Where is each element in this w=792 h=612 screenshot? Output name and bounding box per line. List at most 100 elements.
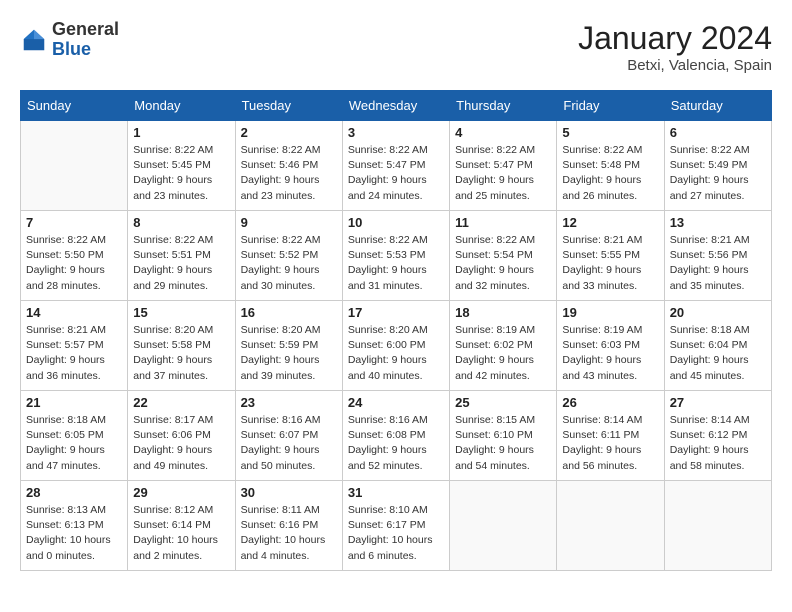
day-detail: Sunrise: 8:21 AMSunset: 5:56 PMDaylight:… <box>670 233 766 294</box>
table-row: 22 Sunrise: 8:17 AMSunset: 6:06 PMDayligh… <box>128 391 235 481</box>
day-detail: Sunrise: 8:18 AMSunset: 6:05 PMDaylight:… <box>26 413 122 474</box>
logo-blue-text: Blue <box>52 39 91 59</box>
table-row: 10 Sunrise: 8:22 AMSunset: 5:53 PMDayligh… <box>342 211 449 301</box>
day-detail: Sunrise: 8:13 AMSunset: 6:13 PMDaylight:… <box>26 503 122 564</box>
logo: General Blue <box>20 20 119 60</box>
table-row: 5 Sunrise: 8:22 AMSunset: 5:48 PMDaylight… <box>557 121 664 211</box>
table-row: 12 Sunrise: 8:21 AMSunset: 5:55 PMDayligh… <box>557 211 664 301</box>
table-row: 15Sunrise: 8:20 AMSunset: 5:58 PMDayligh… <box>128 301 235 391</box>
col-thursday: Thursday <box>450 91 557 121</box>
calendar-week-row: 14Sunrise: 8:21 AMSunset: 5:57 PMDayligh… <box>21 301 772 391</box>
table-row: 8Sunrise: 8:22 AMSunset: 5:51 PMDaylight… <box>128 211 235 301</box>
table-row: 7Sunrise: 8:22 AMSunset: 5:50 PMDaylight… <box>21 211 128 301</box>
day-number: 28 <box>26 485 122 500</box>
calendar-header-row: Sunday Monday Tuesday Wednesday Thursday… <box>21 91 772 121</box>
day-number: 12 <box>562 215 658 230</box>
table-row <box>21 121 128 211</box>
day-number: 27 <box>670 395 766 410</box>
day-detail: Sunrise: 8:22 AMSunset: 5:48 PMDaylight:… <box>562 143 658 204</box>
table-row: 25 Sunrise: 8:15 AMSunset: 6:10 PMDayligh… <box>450 391 557 481</box>
day-number: 18 <box>455 305 551 320</box>
location-subtitle: Betxi, Valencia, Spain <box>578 57 772 74</box>
day-detail: Sunrise: 8:20 AMSunset: 5:59 PMDaylight:… <box>241 323 337 384</box>
day-detail: Sunrise: 8:14 AMSunset: 6:11 PMDaylight:… <box>562 413 658 474</box>
day-detail: Sunrise: 8:22 AMSunset: 5:54 PMDaylight:… <box>455 233 551 294</box>
day-detail: Sunrise: 8:21 AMSunset: 5:55 PMDaylight:… <box>562 233 658 294</box>
table-row: 2 Sunrise: 8:22 AMSunset: 5:46 PMDaylight… <box>235 121 342 211</box>
day-detail: Sunrise: 8:22 AMSunset: 5:45 PMDaylight:… <box>133 143 229 204</box>
day-detail: Sunrise: 8:22 AMSunset: 5:49 PMDaylight:… <box>670 143 766 204</box>
logo-general-text: General <box>52 19 119 39</box>
table-row <box>450 481 557 571</box>
day-detail: Sunrise: 8:12 AMSunset: 6:14 PMDaylight:… <box>133 503 229 564</box>
day-detail: Sunrise: 8:19 AMSunset: 6:02 PMDaylight:… <box>455 323 551 384</box>
table-row: 11Sunrise: 8:22 AMSunset: 5:54 PMDayligh… <box>450 211 557 301</box>
day-detail: Sunrise: 8:22 AMSunset: 5:53 PMDaylight:… <box>348 233 444 294</box>
month-year-title: January 2024 <box>578 20 772 57</box>
day-number: 21 <box>26 395 122 410</box>
table-row: 18 Sunrise: 8:19 AMSunset: 6:02 PMDayligh… <box>450 301 557 391</box>
table-row: 16 Sunrise: 8:20 AMSunset: 5:59 PMDayligh… <box>235 301 342 391</box>
day-number: 17 <box>348 305 444 320</box>
day-number: 2 <box>241 125 337 140</box>
day-detail: Sunrise: 8:22 AMSunset: 5:47 PMDaylight:… <box>348 143 444 204</box>
col-monday: Monday <box>128 91 235 121</box>
calendar-table: Sunday Monday Tuesday Wednesday Thursday… <box>20 90 772 571</box>
day-number: 22 <box>133 395 229 410</box>
table-row: 31Sunrise: 8:10 AMSunset: 6:17 PMDayligh… <box>342 481 449 571</box>
day-number: 13 <box>670 215 766 230</box>
day-number: 31 <box>348 485 444 500</box>
day-number: 4 <box>455 125 551 140</box>
day-detail: Sunrise: 8:20 AMSunset: 6:00 PMDaylight:… <box>348 323 444 384</box>
table-row: 14Sunrise: 8:21 AMSunset: 5:57 PMDayligh… <box>21 301 128 391</box>
table-row: 6 Sunrise: 8:22 AMSunset: 5:49 PMDaylight… <box>664 121 771 211</box>
day-detail: Sunrise: 8:22 AMSunset: 5:46 PMDaylight:… <box>241 143 337 204</box>
calendar-week-row: 21 Sunrise: 8:18 AMSunset: 6:05 PMDayligh… <box>21 391 772 481</box>
calendar-week-row: 7Sunrise: 8:22 AMSunset: 5:50 PMDaylight… <box>21 211 772 301</box>
day-detail: Sunrise: 8:22 AMSunset: 5:50 PMDaylight:… <box>26 233 122 294</box>
table-row: 4 Sunrise: 8:22 AMSunset: 5:47 PMDaylight… <box>450 121 557 211</box>
title-block: January 2024 Betxi, Valencia, Spain <box>578 20 772 74</box>
table-row: 23 Sunrise: 8:16 AMSunset: 6:07 PMDayligh… <box>235 391 342 481</box>
day-detail: Sunrise: 8:11 AMSunset: 6:16 PMDaylight:… <box>241 503 337 564</box>
day-number: 25 <box>455 395 551 410</box>
day-detail: Sunrise: 8:16 AMSunset: 6:08 PMDaylight:… <box>348 413 444 474</box>
day-number: 24 <box>348 395 444 410</box>
table-row <box>557 481 664 571</box>
table-row: 27 Sunrise: 8:14 AMSunset: 6:12 PMDayligh… <box>664 391 771 481</box>
day-detail: Sunrise: 8:21 AMSunset: 5:57 PMDaylight:… <box>26 323 122 384</box>
day-number: 20 <box>670 305 766 320</box>
table-row: 1 Sunrise: 8:22 AMSunset: 5:45 PMDaylight… <box>128 121 235 211</box>
day-number: 6 <box>670 125 766 140</box>
table-row: 21 Sunrise: 8:18 AMSunset: 6:05 PMDayligh… <box>21 391 128 481</box>
day-number: 26 <box>562 395 658 410</box>
page-header: General Blue January 2024 Betxi, Valenci… <box>20 20 772 74</box>
day-detail: Sunrise: 8:17 AMSunset: 6:06 PMDaylight:… <box>133 413 229 474</box>
table-row: 28 Sunrise: 8:13 AMSunset: 6:13 PMDayligh… <box>21 481 128 571</box>
table-row <box>664 481 771 571</box>
day-number: 16 <box>241 305 337 320</box>
day-number: 10 <box>348 215 444 230</box>
day-detail: Sunrise: 8:16 AMSunset: 6:07 PMDaylight:… <box>241 413 337 474</box>
table-row: 3 Sunrise: 8:22 AMSunset: 5:47 PMDaylight… <box>342 121 449 211</box>
day-number: 9 <box>241 215 337 230</box>
table-row: 9 Sunrise: 8:22 AMSunset: 5:52 PMDaylight… <box>235 211 342 301</box>
table-row: 24 Sunrise: 8:16 AMSunset: 6:08 PMDayligh… <box>342 391 449 481</box>
col-tuesday: Tuesday <box>235 91 342 121</box>
day-number: 3 <box>348 125 444 140</box>
day-detail: Sunrise: 8:22 AMSunset: 5:52 PMDaylight:… <box>241 233 337 294</box>
table-row: 29 Sunrise: 8:12 AMSunset: 6:14 PMDayligh… <box>128 481 235 571</box>
day-number: 29 <box>133 485 229 500</box>
day-detail: Sunrise: 8:19 AMSunset: 6:03 PMDaylight:… <box>562 323 658 384</box>
day-detail: Sunrise: 8:22 AMSunset: 5:47 PMDaylight:… <box>455 143 551 204</box>
day-detail: Sunrise: 8:15 AMSunset: 6:10 PMDaylight:… <box>455 413 551 474</box>
day-detail: Sunrise: 8:14 AMSunset: 6:12 PMDaylight:… <box>670 413 766 474</box>
table-row: 17 Sunrise: 8:20 AMSunset: 6:00 PMDayligh… <box>342 301 449 391</box>
day-number: 1 <box>133 125 229 140</box>
calendar-week-row: 1 Sunrise: 8:22 AMSunset: 5:45 PMDaylight… <box>21 121 772 211</box>
day-detail: Sunrise: 8:18 AMSunset: 6:04 PMDaylight:… <box>670 323 766 384</box>
day-detail: Sunrise: 8:22 AMSunset: 5:51 PMDaylight:… <box>133 233 229 294</box>
day-number: 5 <box>562 125 658 140</box>
col-wednesday: Wednesday <box>342 91 449 121</box>
day-number: 23 <box>241 395 337 410</box>
